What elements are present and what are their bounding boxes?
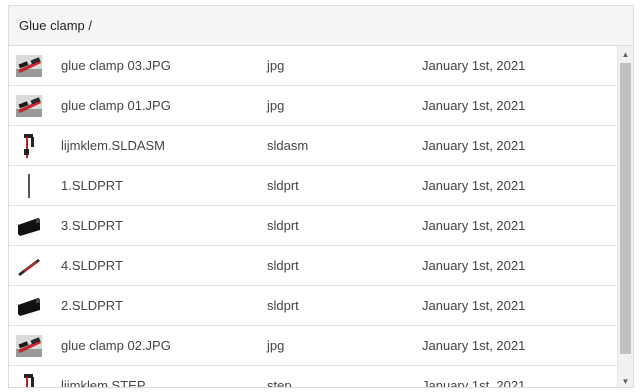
- jaw-block-part-icon: [15, 212, 43, 240]
- file-type: sldprt: [267, 218, 299, 233]
- file-name[interactable]: 2.SLDPRT: [61, 298, 267, 313]
- file-name[interactable]: 3.SLDPRT: [61, 218, 267, 233]
- file-date: January 1st, 2021: [422, 58, 526, 73]
- file-type: jpg: [267, 338, 285, 353]
- file-row[interactable]: glue clamp 03.JPG jpg January 1st, 2021: [9, 46, 619, 86]
- file-name[interactable]: glue clamp 01.JPG: [61, 98, 267, 113]
- file-date: January 1st, 2021: [422, 258, 526, 273]
- file-date: January 1st, 2021: [422, 138, 526, 153]
- file-type: sldprt: [267, 258, 299, 273]
- file-row[interactable]: glue clamp 02.JPG jpg January 1st, 2021: [9, 326, 619, 366]
- clamp-assembly-icon: [15, 372, 43, 387]
- breadcrumb-path[interactable]: Glue clamp /: [19, 18, 92, 33]
- file-row[interactable]: glue clamp 01.JPG jpg January 1st, 2021: [9, 86, 619, 126]
- file-date: January 1st, 2021: [422, 378, 526, 388]
- file-row[interactable]: 1.SLDPRT sldprt January 1st, 2021: [9, 166, 619, 206]
- file-type: step: [267, 378, 292, 388]
- scrollbar-thumb[interactable]: [620, 63, 631, 354]
- jaw-block-part-icon: [15, 292, 43, 320]
- file-name[interactable]: glue clamp 02.JPG: [61, 338, 267, 353]
- file-date: January 1st, 2021: [422, 218, 526, 233]
- thin-rod-part-icon: [15, 172, 43, 200]
- file-type: sldasm: [267, 138, 309, 153]
- file-list: glue clamp 03.JPG jpg January 1st, 2021 glu…: [9, 46, 619, 388]
- file-name[interactable]: glue clamp 03.JPG: [61, 58, 267, 73]
- file-name[interactable]: 4.SLDPRT: [61, 258, 267, 273]
- file-row[interactable]: 2.SLDPRT sldprt January 1st, 2021: [9, 286, 619, 326]
- vertical-scrollbar[interactable]: ▲ ▼: [617, 46, 633, 387]
- photo-thumbnail-icon: [15, 332, 43, 360]
- file-date: January 1st, 2021: [422, 298, 526, 313]
- file-name[interactable]: lijmklem.STEP: [61, 378, 267, 387]
- scroll-down-arrow-icon[interactable]: ▼: [618, 373, 633, 387]
- file-date: January 1st, 2021: [422, 338, 526, 353]
- breadcrumb: Glue clamp /: [9, 6, 633, 46]
- file-row[interactable]: lijmklem.SLDASM sldasm January 1st, 2021: [9, 126, 619, 166]
- file-name[interactable]: 1.SLDPRT: [61, 178, 267, 193]
- scroll-up-arrow-icon[interactable]: ▲: [618, 46, 633, 62]
- file-row[interactable]: 3.SLDPRT sldprt January 1st, 2021: [9, 206, 619, 246]
- file-type: sldprt: [267, 298, 299, 313]
- file-type: jpg: [267, 58, 285, 73]
- file-row[interactable]: 4.SLDPRT sldprt January 1st, 2021: [9, 246, 619, 286]
- file-date: January 1st, 2021: [422, 98, 526, 113]
- file-type: sldprt: [267, 178, 299, 193]
- photo-thumbnail-icon: [15, 52, 43, 80]
- file-name[interactable]: lijmklem.SLDASM: [61, 138, 267, 153]
- file-row[interactable]: lijmklem.STEP step January 1st, 2021: [9, 366, 619, 388]
- photo-thumbnail-icon: [15, 92, 43, 120]
- file-date: January 1st, 2021: [422, 178, 526, 193]
- clamp-assembly-icon: [15, 132, 43, 160]
- file-type: jpg: [267, 98, 285, 113]
- rail-part-icon: [15, 252, 43, 280]
- file-browser-panel: Glue clamp / glue clamp 03.JPG jpg January…: [8, 5, 634, 388]
